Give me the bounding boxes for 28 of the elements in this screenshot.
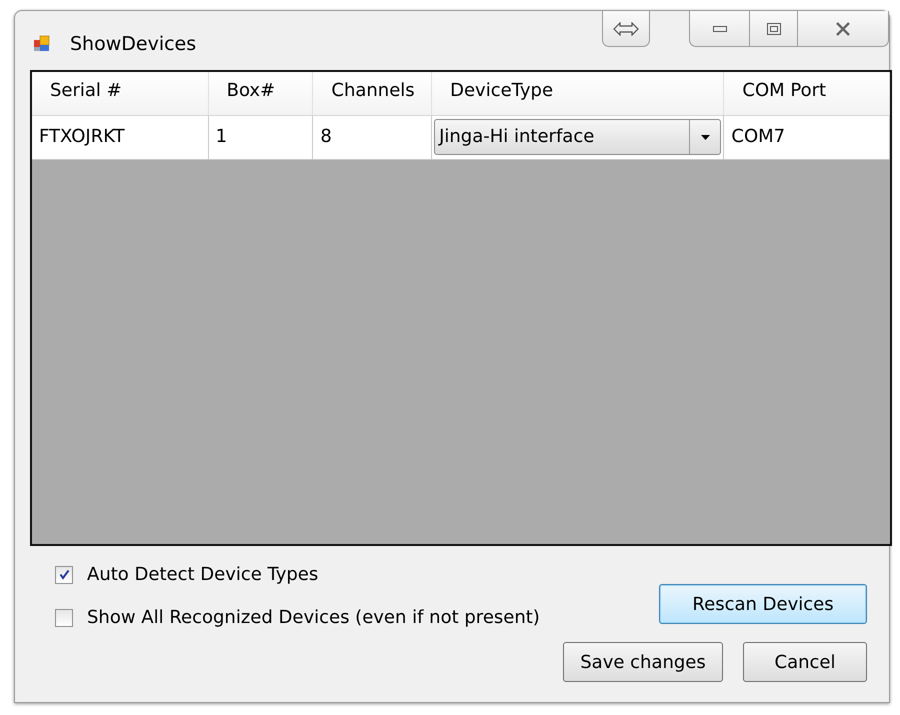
resize-button[interactable] — [602, 11, 650, 47]
checkbox-label[interactable]: Auto Detect Device Types — [87, 564, 318, 585]
device-type-dropdown[interactable]: Jinga-Hi interface — [434, 119, 722, 155]
minimize-icon — [712, 24, 726, 32]
table-cell: FTXOJRKT — [32, 116, 209, 160]
window-title: ShowDevices — [70, 33, 196, 55]
table-cell: COM7 — [724, 116, 890, 160]
checkbox-label[interactable]: Show All Recognized Devices (even if not present) — [87, 607, 540, 628]
column-header[interactable]: Box# — [208, 72, 314, 115]
checkmark-icon — [58, 569, 70, 580]
column-header[interactable]: Serial # — [32, 72, 209, 115]
column-header[interactable]: DeviceType — [432, 72, 724, 115]
checkbox[interactable] — [55, 608, 73, 626]
checkbox[interactable] — [55, 566, 73, 584]
close-icon — [835, 22, 851, 36]
table-cell: 8 — [313, 116, 432, 160]
dropdown-arrow-icon — [700, 134, 710, 140]
close-button[interactable] — [797, 11, 889, 47]
cancel-button[interactable]: Cancel — [743, 642, 867, 682]
double-arrow-icon — [613, 22, 639, 36]
app-icon — [33, 35, 51, 53]
rescan-button[interactable]: Rescan Devices — [659, 584, 867, 624]
column-header[interactable]: COM Port — [724, 72, 890, 115]
column-header[interactable]: Channels — [313, 72, 432, 115]
save-button[interactable]: Save changes — [563, 642, 723, 682]
maximize-icon — [766, 22, 780, 34]
maximize-button[interactable] — [749, 11, 797, 47]
table-cell: 1 — [208, 116, 314, 160]
